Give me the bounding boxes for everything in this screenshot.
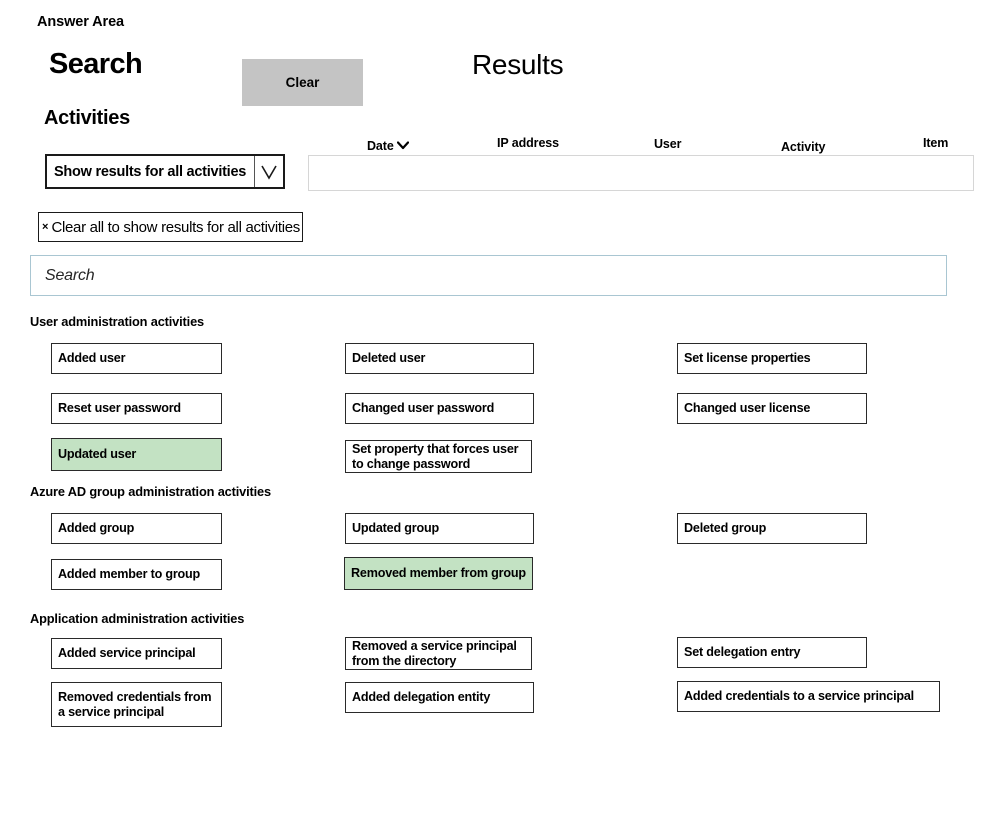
activity-option-added-group[interactable]: Added group xyxy=(51,513,222,544)
results-column-header-label: Activity xyxy=(781,140,826,154)
results-column-header-label: User xyxy=(654,137,682,151)
activity-option-set-property-that-forces-user-to-change-password[interactable]: Set property that forces user to change … xyxy=(345,440,532,473)
clear-all-filter-label: Clear all to show results for all activi… xyxy=(51,218,300,236)
close-icon[interactable]: × xyxy=(42,221,48,233)
activity-option-label: Set delegation entry xyxy=(684,645,801,660)
activity-option-label: Set property that forces user to change … xyxy=(352,441,519,471)
page-title-results: Results xyxy=(472,49,564,80)
activity-option-label: Updated group xyxy=(352,521,439,536)
activity-option-label: Added user xyxy=(58,351,126,366)
activity-option-added-service-principal[interactable]: Added service principal xyxy=(51,638,222,669)
section-title-1: Azure AD group administration activities xyxy=(30,484,271,499)
activity-option-deleted-user[interactable]: Deleted user xyxy=(345,343,534,374)
activity-option-updated-user[interactable]: Updated user xyxy=(51,438,222,471)
sort-chevron-down-icon[interactable] xyxy=(396,141,409,153)
activity-option-label: Added member to group xyxy=(58,567,201,582)
results-column-header-user: User xyxy=(654,137,682,151)
results-column-header-label: Date xyxy=(367,139,394,153)
activity-option-changed-user-license[interactable]: Changed user license xyxy=(677,393,867,424)
activity-option-label: Removed member from group xyxy=(351,566,526,581)
clear-button[interactable]: Clear xyxy=(242,59,363,106)
activity-option-added-user[interactable]: Added user xyxy=(51,343,222,374)
activity-option-set-license-properties[interactable]: Set license properties xyxy=(677,343,867,374)
results-column-header-label: IP address xyxy=(497,136,560,150)
section-title-0: User administration activities xyxy=(30,314,205,329)
results-column-header-activity: Activity xyxy=(781,140,825,154)
activity-option-removed-member-from-group[interactable]: Removed member from group xyxy=(344,557,533,590)
activity-option-label: Updated user xyxy=(58,447,137,462)
activities-heading: Activities xyxy=(44,107,130,129)
section-title-2: Application administration activities xyxy=(30,611,245,626)
activity-option-label: Added delegation entity xyxy=(352,690,491,705)
activity-option-added-member-to-group[interactable]: Added member to group xyxy=(51,559,222,590)
search-input[interactable]: Search xyxy=(30,255,947,296)
activity-option-label: Added service principal xyxy=(58,646,196,661)
results-table-body[interactable] xyxy=(308,155,974,191)
activity-option-label: Removed credentials from a service princ… xyxy=(58,689,212,719)
answer-area-label: Answer Area xyxy=(37,14,125,30)
activity-option-deleted-group[interactable]: Deleted group xyxy=(677,513,867,544)
activity-option-set-delegation-entry[interactable]: Set delegation entry xyxy=(677,637,867,668)
activity-option-label: Changed user password xyxy=(352,401,495,416)
activity-option-reset-user-password[interactable]: Reset user password xyxy=(51,393,222,424)
activity-option-label: Changed user license xyxy=(684,401,811,416)
activity-option-label: Deleted user xyxy=(352,351,426,366)
results-column-header-date[interactable]: Date xyxy=(367,139,409,153)
search-input-placeholder: Search xyxy=(45,266,95,284)
chevron-down-icon xyxy=(254,156,283,187)
activity-option-label: Deleted group xyxy=(684,521,767,536)
activity-option-removed-a-service-principal-from-the-directory[interactable]: Removed a service principal from the dir… xyxy=(345,637,532,670)
results-column-header-item: Item xyxy=(923,136,948,150)
activity-option-label: Added group xyxy=(58,521,135,536)
results-column-header-label: Item xyxy=(923,136,949,150)
activity-option-label: Removed a service principal from the dir… xyxy=(352,638,517,668)
activity-option-changed-user-password[interactable]: Changed user password xyxy=(345,393,534,424)
activity-option-label: Reset user password xyxy=(58,401,181,416)
activity-option-updated-group[interactable]: Updated group xyxy=(345,513,534,544)
activity-option-label: Added credentials to a service principal xyxy=(684,689,914,704)
activity-option-added-credentials-to-a-service-principal[interactable]: Added credentials to a service principal xyxy=(677,681,940,712)
activity-option-removed-credentials-from-a-service-principal[interactable]: Removed credentials from a service princ… xyxy=(51,682,222,727)
activity-option-added-delegation-entity[interactable]: Added delegation entity xyxy=(345,682,534,713)
activities-filter-value: Show results for all activities xyxy=(54,163,247,180)
activity-option-label: Set license properties xyxy=(684,351,811,366)
activities-filter-dropdown[interactable]: Show results for all activities xyxy=(45,154,285,189)
clear-all-filter-chip[interactable]: × Clear all to show results for all acti… xyxy=(38,212,303,242)
results-column-header-ip-address: IP address xyxy=(497,136,559,150)
page-title-search: Search xyxy=(49,48,143,80)
